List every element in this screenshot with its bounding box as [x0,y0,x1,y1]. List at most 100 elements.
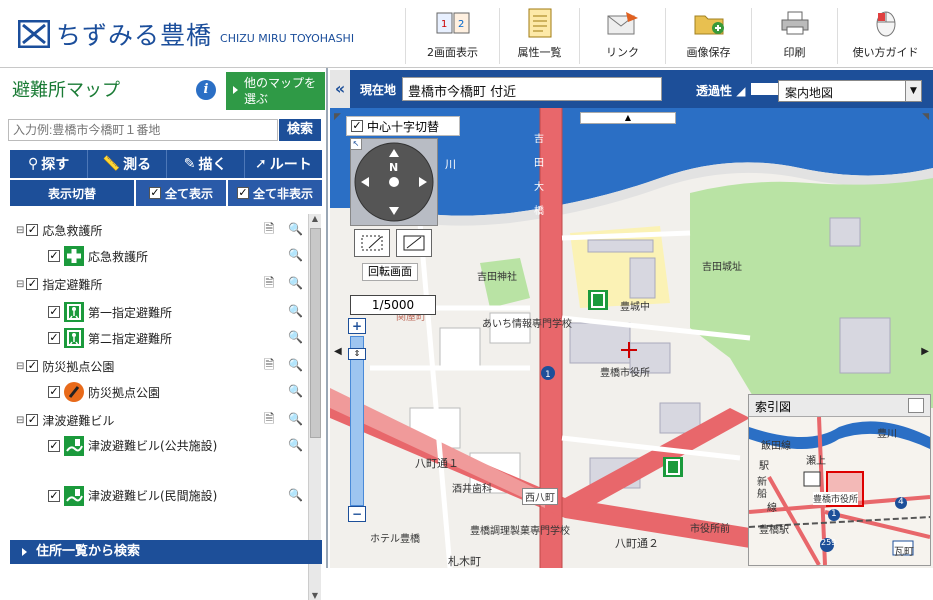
tsunami-building-icon [64,486,84,506]
crosshair-toggle[interactable]: ✓ 中心十字切替 [346,116,460,136]
attribute-list-button[interactable]: 属性一覧 [499,8,579,64]
document-icon[interactable]: 🗎 [264,274,274,296]
index-label: 線 [767,503,777,514]
scroll-down-icon[interactable]: ▼ [309,591,321,600]
magnifier-icon: ⚲ [27,156,39,172]
scroll-thumb[interactable] [310,228,321,438]
expand-icon[interactable]: ⊟ [16,225,24,236]
layer-checkbox[interactable]: ✓ [26,360,39,372]
document-icon[interactable]: 🗎 [264,220,274,242]
compass-control[interactable]: N [350,138,438,226]
printer-icon [781,11,808,35]
chevron-up-icon: ▲ [624,113,632,122]
expand-icon[interactable]: ⊟ [16,279,24,290]
layer-checkbox[interactable]: ✓ [48,332,60,344]
location-field[interactable]: 豊橋市今橋町 付近 [402,77,662,101]
search-button[interactable]: 検索 [279,119,321,141]
expand-icon[interactable]: ⊟ [16,415,24,426]
magnifier-icon[interactable]: 🔍 [288,384,303,398]
layer-group[interactable]: ⊟ ✓ 指定避難所 [16,274,102,294]
document-icon[interactable]: 🗎 [264,410,274,432]
magnifier-icon[interactable]: 🔍 [288,330,303,344]
logo[interactable]: ちずみる豊橋 CHIZU MIRU TOYOHASHI [18,14,354,54]
save-image-label: 画像保存 [686,46,731,59]
evacuation-shelter-icon [64,302,84,322]
magnifier-icon[interactable]: 🔍 [288,412,303,426]
layer-item[interactable]: ✓ 第二指定避難所 [48,328,172,348]
layer-group[interactable]: ⊟ ✓ 応急救護所 [16,220,102,240]
pan-up-button[interactable]: ▲ [580,112,676,124]
minimize-button[interactable] [908,398,924,413]
layer-checkbox[interactable]: ✓ [48,386,60,398]
document-icon[interactable]: 🗎 [264,356,274,378]
info-icon[interactable]: i [196,80,216,100]
layer-item[interactable]: ✓ 防災拠点公園 [48,382,160,402]
find-tool-button[interactable]: ⚲ 探す [10,150,89,178]
zoom-out-button[interactable]: − [348,506,366,522]
zoom-thumb[interactable]: ⇕ [348,348,366,360]
magnifier-icon[interactable]: 🔍 [288,488,303,502]
show-all-button[interactable]: ✓ 全て表示 [136,180,226,206]
first-aid-icon [64,246,84,266]
layer-item[interactable]: ✓ 津波避難ビル(公共施設) [48,436,218,476]
zoom-track[interactable] [350,336,364,506]
layer-item[interactable]: ✓ 応急救護所 [48,246,148,266]
layer-checkbox[interactable]: ✓ [48,250,60,262]
print-button[interactable]: 印刷 [751,8,837,64]
route-tool-button[interactable]: ➚ ルート [245,150,322,178]
layer-group[interactable]: ⊟ ✓ 津波避難ビル [16,410,114,430]
zoom-in-button[interactable]: + [348,318,366,334]
guide-button[interactable]: 使い方ガイド [837,8,933,64]
logo-icon [18,20,50,48]
collapse-panel-button[interactable]: « [330,70,350,108]
layer-checkbox[interactable]: ✓ [26,278,39,290]
magnifier-icon[interactable]: 🔍 [288,358,303,372]
layer-checkbox[interactable]: ✓ [26,224,39,236]
expand-icon[interactable]: ⊟ [16,361,24,372]
layer-checkbox[interactable]: ✓ [48,490,60,502]
draw-tool-button[interactable]: ✎ 描く [167,150,245,178]
transparency-slider[interactable] [751,83,779,95]
pan-left-button[interactable]: ◀ [334,346,342,357]
zoom-out-box-button[interactable] [396,229,432,257]
magnifier-icon[interactable]: 🔍 [288,304,303,318]
chevron-down-icon[interactable]: ▼ [905,81,921,101]
pan-right-button[interactable]: ▶ [921,346,929,357]
index-label: 豊川 [877,429,897,440]
rotate-map-button[interactable]: 回転画面 [362,263,418,281]
map-canvas[interactable]: 1 吉田神社 吉田城址 あいち情報専門学校 豊城中 豊橋市役所 八町通１ 酒井歯… [330,108,933,568]
index-label: 豊橋駅 [759,525,789,536]
guide-label: 使い方ガイド [852,46,919,59]
zoom-box-button[interactable] [354,229,390,257]
measure-tool-button[interactable]: 📏 測る [88,150,167,178]
save-image-button[interactable]: 画像保存 [665,8,751,64]
layer-group-label: 指定避難所 [42,277,103,292]
hide-all-button[interactable]: ✓ 全て非表示 [228,180,322,206]
map-label: 吉田神社 [477,272,517,283]
crosshair-checkbox[interactable]: ✓ [351,120,363,132]
magnifier-icon[interactable]: 🔍 [288,438,303,452]
layer-item[interactable]: ✓ 津波避難ビル(民間施設) [48,486,218,526]
scroll-up-icon[interactable]: ▲ [309,214,321,223]
split-screen-button[interactable]: 12 2画面表示 [405,8,499,64]
layer-checkbox[interactable]: ✓ [26,414,39,426]
other-maps-button[interactable]: 他のマップを選ぶ [226,72,325,110]
layer-checkbox[interactable]: ✓ [48,306,60,318]
address-search-input[interactable] [8,119,278,141]
link-button[interactable]: リンク [579,8,665,64]
address-list-search-button[interactable]: 住所一覧から検索 [10,540,322,564]
map-label: 吉田大橋 [534,134,544,217]
layer-checkbox[interactable]: ✓ [48,440,60,452]
map-label: 豊橋調理製菓専門学校 [470,526,570,537]
zoom-slider[interactable]: + ⇕ − [348,318,372,528]
layer-item[interactable]: ✓ 第一指定避難所 [48,302,172,322]
layer-item-label: 第二指定避難所 [88,331,173,346]
magnifier-icon[interactable]: 🔍 [288,222,303,236]
magnifier-icon[interactable]: 🔍 [288,276,303,290]
reset-north-icon[interactable]: ↖ [350,138,362,150]
basemap-select[interactable]: 案内地図 ▼ [778,80,922,102]
layer-group[interactable]: ⊟ ✓ 防災拠点公園 [16,356,114,376]
magnifier-icon[interactable]: 🔍 [288,248,303,262]
ruler-icon: 📏 [102,156,121,172]
index-map-panel[interactable]: 索引図 豊川 瀬上 新 線 豊橋市役所 豊橋駅 瓦町 飯田線 船 駅 4 1 2… [748,394,931,566]
